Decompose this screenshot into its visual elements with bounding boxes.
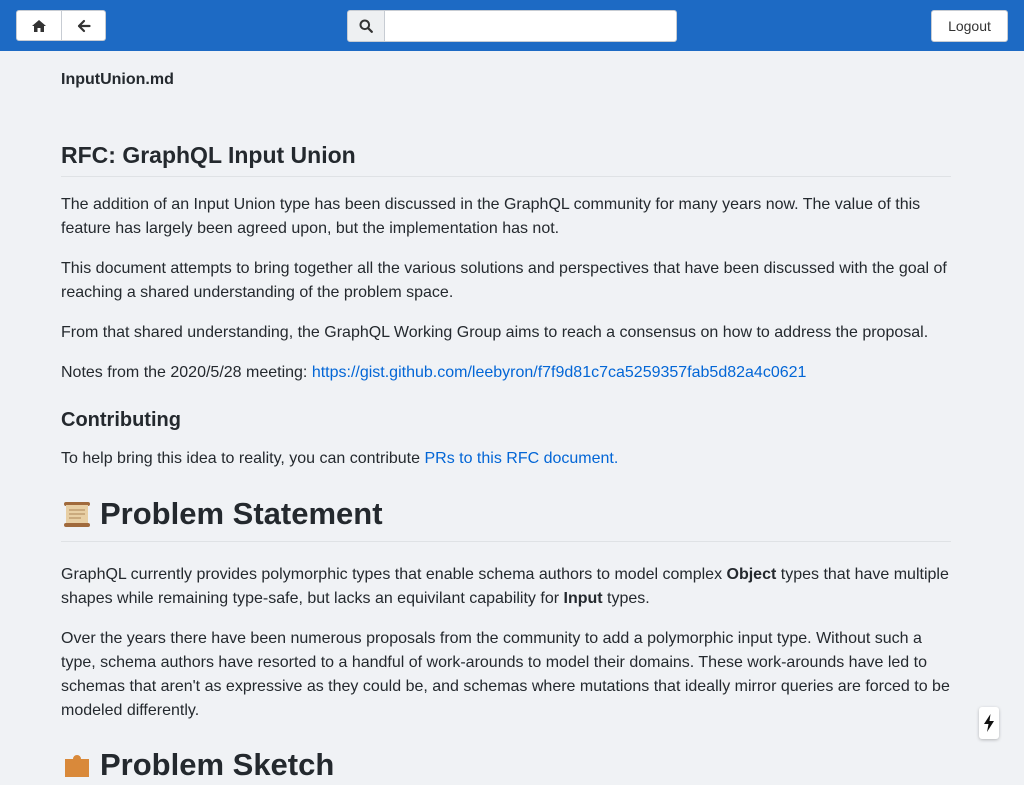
- problem-p1-e: types.: [602, 590, 650, 607]
- arrow-left-icon: [77, 19, 91, 32]
- intro-paragraph-1: The addition of an Input Union type has …: [61, 196, 921, 237]
- meeting-notes-paragraph: Notes from the 2020/5/28 meeting: https:…: [61, 361, 951, 385]
- search-icon: [359, 19, 373, 33]
- search-box: [347, 10, 677, 42]
- home-icon: [32, 19, 46, 32]
- home-button[interactable]: [16, 10, 62, 41]
- document-filename: InputUnion.md: [61, 71, 174, 88]
- contributing-paragraph: To help bring this idea to reality, you …: [61, 447, 951, 471]
- search-button[interactable]: [347, 10, 385, 42]
- problem-p1-a: GraphQL currently provides polymorphic t…: [61, 566, 727, 583]
- intro-paragraph-2: This document attempts to bring together…: [61, 260, 947, 301]
- problem-p1-input: Input: [563, 590, 603, 607]
- intro-paragraph-3: From that shared understanding, the Grap…: [61, 324, 929, 341]
- problem-statement-heading: Problem Statement: [61, 494, 951, 542]
- back-button[interactable]: [62, 10, 106, 41]
- problem-statement-title: Problem Statement: [100, 496, 383, 531]
- scroll-icon: [64, 502, 90, 527]
- problem-paragraph-2: Over the years there have been numerous …: [61, 630, 950, 719]
- meeting-notes-link[interactable]: https://gist.github.com/leebyron/f7f9d81…: [312, 364, 807, 381]
- meeting-notes-label: Notes from the 2020/5/28 meeting:: [61, 364, 312, 381]
- problem-paragraph-1: GraphQL currently provides polymorphic t…: [61, 563, 951, 611]
- nav-button-group: [16, 10, 106, 41]
- problem-p1-object: Object: [726, 566, 777, 583]
- problem-sketch-heading: Problem Sketch: [61, 745, 951, 785]
- contributing-text: To help bring this idea to reality, you …: [61, 450, 425, 467]
- bolt-badge[interactable]: [979, 707, 999, 739]
- document-title: RFC: GraphQL Input Union: [61, 140, 951, 177]
- top-navigation-bar: Logout: [0, 0, 1024, 51]
- search-input[interactable]: [385, 10, 677, 42]
- markdown-document: InputUnion.md RFC: GraphQL Input Union T…: [61, 51, 951, 785]
- logout-button[interactable]: Logout: [931, 10, 1008, 42]
- contributing-heading: Contributing: [61, 409, 181, 431]
- puzzle-icon: [65, 755, 89, 777]
- rfc-pr-link[interactable]: PRs to this RFC document.: [424, 450, 618, 467]
- bolt-icon: [984, 714, 994, 732]
- problem-sketch-title: Problem Sketch: [100, 747, 335, 782]
